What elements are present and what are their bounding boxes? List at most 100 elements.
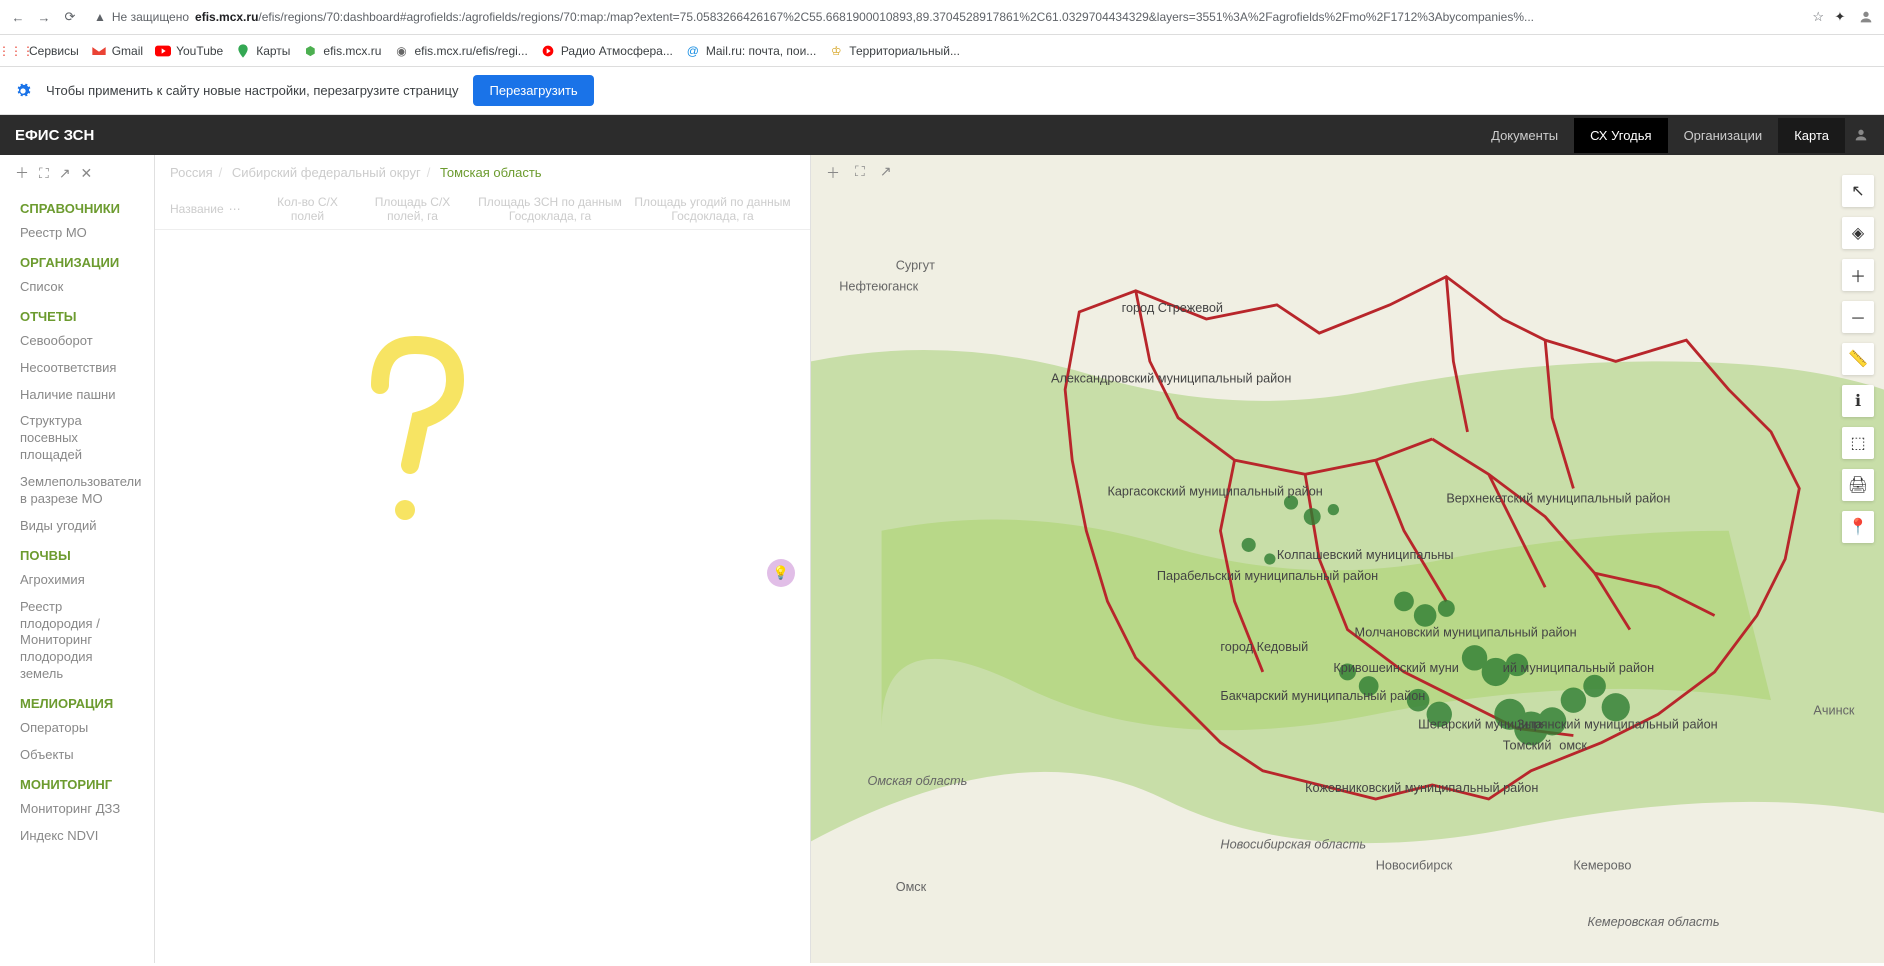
- svg-text:ий муниципальный район: ий муниципальный район: [1503, 661, 1654, 675]
- forward-button[interactable]: →: [34, 7, 54, 27]
- sidebar-item-fertility[interactable]: Реестр плодородия / Мониторинг плодороди…: [0, 594, 154, 688]
- bookmarks-bar: ⋮⋮⋮Сервисы Gmail YouTube Карты ⬢efis.mcx…: [0, 35, 1884, 67]
- sidebar-item-operators[interactable]: Операторы: [0, 715, 154, 742]
- eagle-icon: ♔: [828, 43, 844, 59]
- svg-text:Колпашевский муниципальны: Колпашевский муниципальны: [1277, 548, 1454, 562]
- svg-text:Молчановский муниципальный рай: Молчановский муниципальный район: [1355, 626, 1577, 640]
- bookmark-maps[interactable]: Карты: [235, 43, 290, 59]
- bookmark-mailru[interactable]: @Mail.ru: почта, пои...: [685, 43, 816, 59]
- print-tool-icon[interactable]: 🖨: [1842, 469, 1874, 501]
- external-icon[interactable]: ↗: [880, 163, 892, 183]
- external-icon[interactable]: ↗: [59, 165, 71, 182]
- address-bar[interactable]: ▲ Не защищено efis.mcx.ru/efis/regions/7…: [86, 10, 1806, 24]
- breadcrumb: Россия/ Сибирский федеральный округ/ Том…: [155, 155, 810, 190]
- add-panel-icon[interactable]: ＋: [15, 163, 29, 183]
- user-icon[interactable]: [1853, 127, 1869, 144]
- site-settings-infobar: Чтобы применить к сайту новые настройки,…: [0, 67, 1884, 115]
- sidebar-item-mismatch[interactable]: Несоответствия: [0, 355, 154, 382]
- reload-page-button[interactable]: Перезагрузить: [473, 75, 593, 106]
- column-lands[interactable]: Площадь угодий по данным Госдоклада, га: [630, 195, 795, 224]
- question-mark-annotation: [355, 335, 475, 538]
- svg-text:Парабельский муниципальный рай: Парабельский муниципальный район: [1157, 569, 1378, 583]
- svg-text:город Кедовый: город Кедовый: [1220, 640, 1308, 654]
- bookmark-territory[interactable]: ♔Территориальный...: [828, 43, 960, 59]
- data-panel: Россия/ Сибирский федеральный округ/ Том…: [155, 155, 811, 963]
- bookmark-services[interactable]: ⋮⋮⋮Сервисы: [8, 43, 79, 59]
- svg-text:Кемеровская область: Кемеровская область: [1588, 915, 1720, 929]
- site-icon: ⬢: [302, 43, 318, 59]
- bookmark-efis2[interactable]: ◉efis.mcx.ru/efis/regi...: [393, 43, 527, 59]
- sidebar-item-rotation[interactable]: Севооборот: [0, 328, 154, 355]
- svg-text:Кривошеинский муни: Кривошеинский муни: [1333, 661, 1458, 675]
- nav-map[interactable]: Карта: [1778, 118, 1845, 153]
- map-panel[interactable]: ＋ ⛶ ↗ ↖ ◈ ＋ － 📏 ℹ ⬚ 🖨 📍: [811, 155, 1884, 963]
- bookmark-gmail[interactable]: Gmail: [91, 43, 143, 59]
- help-badge[interactable]: 💡: [767, 559, 795, 587]
- svg-text:Зырянский муниципальный район: Зырянский муниципальный район: [1517, 717, 1718, 731]
- nav-lands[interactable]: СХ Угодья: [1574, 118, 1667, 153]
- sidebar-item-arable[interactable]: Наличие пашни: [0, 382, 154, 409]
- map-canvas[interactable]: Сургут Нефтеюганск Омск Новосибирск Кеме…: [811, 155, 1884, 963]
- info-tool-icon[interactable]: ℹ: [1842, 385, 1874, 417]
- column-area[interactable]: Площадь С/Х полей, га: [355, 195, 470, 224]
- app-nav: Документы СХ Угодья Организации Карта: [1475, 118, 1869, 153]
- sidebar: ＋ ⛶ ↗ ✕ СПРАВОЧНИКИ Реестр МО ОРГАНИЗАЦИ…: [0, 155, 155, 963]
- sidebar-item-registry-mo[interactable]: Реестр МО: [0, 220, 154, 247]
- column-zsn[interactable]: Площадь ЗСН по данным Госдоклада, га: [470, 195, 630, 224]
- nav-organizations[interactable]: Организации: [1668, 118, 1779, 153]
- sidebar-toolbar: ＋ ⛶ ↗ ✕: [0, 163, 154, 193]
- section-monitoring: МОНИТОРИНГ: [0, 769, 154, 796]
- app-header: ЕФИС ЗСН Документы СХ Угодья Организации…: [0, 115, 1884, 155]
- sidebar-item-dzz[interactable]: Мониторинг ДЗЗ: [0, 796, 154, 823]
- add-panel-icon[interactable]: ＋: [826, 163, 840, 183]
- extensions-icon[interactable]: ✦: [1830, 7, 1850, 27]
- section-soils: ПОЧВЫ: [0, 540, 154, 567]
- main-layout: ＋ ⛶ ↗ ✕ СПРАВОЧНИКИ Реестр МО ОРГАНИЗАЦИ…: [0, 155, 1884, 963]
- column-count[interactable]: Кол-во С/Х полей: [260, 195, 355, 224]
- svg-text:Кемерово: Кемерово: [1573, 859, 1631, 873]
- zoom-in-icon[interactable]: ＋: [1842, 259, 1874, 291]
- column-name[interactable]: Название⋯: [170, 195, 260, 224]
- bookmark-efis1[interactable]: ⬢efis.mcx.ru: [302, 43, 381, 59]
- svg-text:Сургут: Сургут: [896, 259, 935, 273]
- section-references: СПРАВОЧНИКИ: [0, 193, 154, 220]
- svg-text:Кожевниковский муниципальный р: Кожевниковский муниципальный район: [1305, 781, 1538, 795]
- draw-tool-icon[interactable]: ⬚: [1842, 427, 1874, 459]
- zoom-out-icon[interactable]: －: [1842, 301, 1874, 333]
- sidebar-item-landtypes[interactable]: Виды угодий: [0, 513, 154, 540]
- layers-tool-icon[interactable]: ◈: [1842, 217, 1874, 249]
- app-title: ЕФИС ЗСН: [15, 127, 94, 144]
- sidebar-item-ndvi[interactable]: Индекс NDVI: [0, 823, 154, 850]
- nav-documents[interactable]: Документы: [1475, 118, 1574, 153]
- gear-icon: [15, 82, 31, 99]
- svg-text:омск: омск: [1559, 739, 1587, 753]
- breadcrumb-russia[interactable]: Россия: [170, 165, 213, 180]
- infobar-text: Чтобы применить к сайту новые настройки,…: [46, 83, 458, 98]
- sidebar-item-agrochem[interactable]: Агрохимия: [0, 567, 154, 594]
- cursor-tool-icon[interactable]: ↖: [1842, 175, 1874, 207]
- svg-text:Бакчарский муниципальный район: Бакчарский муниципальный район: [1220, 689, 1425, 703]
- reload-button[interactable]: ⟳: [60, 7, 80, 27]
- bookmark-youtube[interactable]: YouTube: [155, 43, 223, 59]
- bookmark-star-icon[interactable]: ☆: [1812, 9, 1824, 25]
- site-icon: ◉: [393, 43, 409, 59]
- svg-text:Нефтеюганск: Нефтеюганск: [839, 280, 918, 294]
- back-button[interactable]: ←: [8, 7, 28, 27]
- svg-text:Каргасокский муниципальный рай: Каргасокский муниципальный район: [1107, 484, 1322, 498]
- svg-text:Омск: Омск: [896, 880, 927, 894]
- sidebar-item-landusers[interactable]: Землепользователи в разрезе МО: [0, 469, 154, 513]
- more-icon[interactable]: ⋯: [229, 202, 241, 216]
- breadcrumb-siberia[interactable]: Сибирский федеральный округ: [232, 165, 421, 180]
- sidebar-item-structure[interactable]: Структура посевных площадей: [0, 408, 154, 469]
- bookmark-radio[interactable]: Радио Атмосфера...: [540, 43, 673, 59]
- sidebar-item-objects[interactable]: Объекты: [0, 742, 154, 769]
- close-icon[interactable]: ✕: [81, 165, 93, 182]
- profile-icon[interactable]: [1856, 7, 1876, 27]
- youtube-icon: [155, 43, 171, 59]
- ruler-tool-icon[interactable]: 📏: [1842, 343, 1874, 375]
- expand-icon[interactable]: ⛶: [39, 165, 49, 182]
- locate-tool-icon[interactable]: 📍: [1842, 511, 1874, 543]
- expand-icon[interactable]: ⛶: [855, 163, 865, 183]
- sidebar-item-list[interactable]: Список: [0, 274, 154, 301]
- svg-text:Новосибирск: Новосибирск: [1376, 859, 1453, 873]
